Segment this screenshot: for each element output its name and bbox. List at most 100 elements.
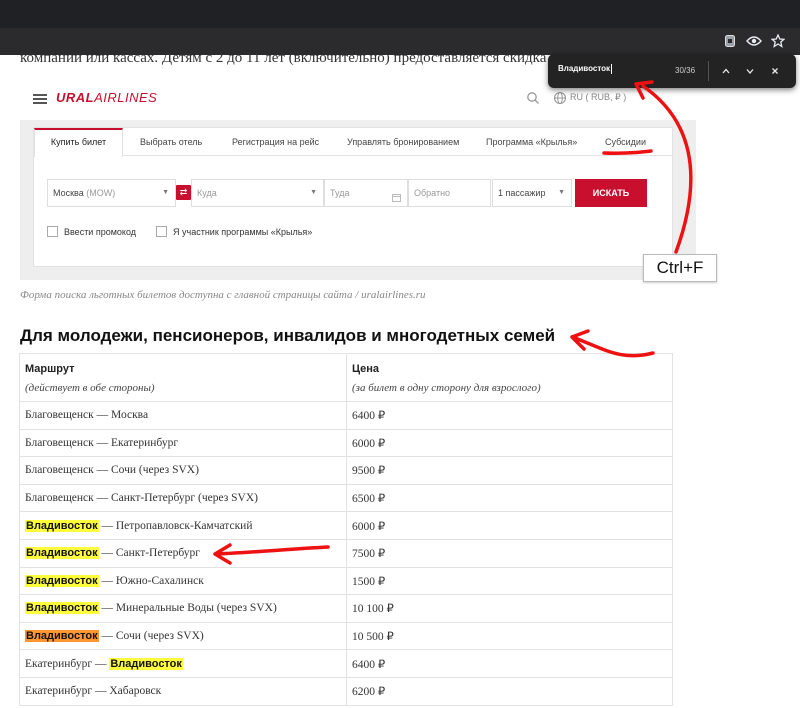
table-header-row: Маршрут (действует в обе стороны) Цена (… [19,353,673,402]
find-highlight: Владивосток [25,602,99,615]
route-cell: Благовещенск — Сочи (через SVX) [19,456,347,485]
city-name: Санкт-Петербург (через SVX) [111,492,258,505]
search-fields: Москва (MOW) ▼ ⇄ Куда ▼ Туда Обратно 1 п… [47,179,647,207]
find-match-count: 30/36 [675,66,696,75]
city-name: Москва [111,409,149,422]
route-cell: Владивосток — Минеральные Воды (через SV… [19,594,347,623]
booking-widget-screenshot: URALAIRLINES RU ( RUB, ₽ ) Купить билет … [20,80,696,280]
price-cell: 1500 ₽ [346,566,673,596]
search-icon[interactable] [526,91,542,107]
route-separator: — [98,574,116,587]
table-row: Владивосток — Сочи (через SVX) 10 500 ₽ [19,621,673,651]
table-row: Екатеринбург — Хабаровск 6200 ₽ [19,676,673,706]
city-name: Екатеринбург [25,657,93,670]
currency-selector[interactable]: RU ( RUB, ₽ ) [570,92,626,103]
tab-hotel[interactable]: Выбрать отель [140,128,202,156]
passengers-field[interactable]: 1 пассажир ▼ [492,179,572,207]
table-row: Владивосток — Южно-Сахалинск 1500 ₽ [19,566,673,596]
route-cell: Владивосток — Сочи (через SVX) [19,621,347,651]
price-cell: 6400 ₽ [346,401,673,430]
find-highlight: Владивосток [25,630,99,643]
ural-airlines-logo: URALAIRLINES [56,90,158,105]
chevron-down-icon: ▼ [558,189,565,196]
route-separator: — [98,602,116,615]
find-highlight: Владивосток [25,574,99,587]
find-highlight: Владивосток [25,519,99,532]
city-name: Екатеринбург [25,685,93,698]
route-cell: Екатеринбург — Владивосток [19,649,347,678]
city-name: Санкт-Петербург [115,547,200,560]
table-row: Владивосток — Минеральные Воды (через SV… [19,594,673,623]
promo-checkbox[interactable]: Ввести промокод [47,226,136,237]
price-cell: 6000 ₽ [346,511,673,540]
price-cell: 6200 ₽ [346,676,673,706]
image-caption: Форма поиска льготных билетов доступна с… [20,289,426,301]
price-cell: 9500 ₽ [346,456,673,485]
globe-icon[interactable] [553,91,569,107]
checkbox-box[interactable] [47,226,58,237]
swap-icon[interactable]: ⇄ [176,185,191,200]
wings-member-checkbox[interactable]: Я участник программы «Крылья» [156,226,312,237]
find-highlight: Владивосток [25,547,99,560]
fare-table: Маршрут (действует в обе стороны) Цена (… [19,353,673,706]
city-name: Екатеринбург [111,436,179,449]
from-field[interactable]: Москва (MOW) ▼ [47,179,176,207]
chevron-down-icon[interactable] [742,63,758,79]
table-row: Владивосток — Санкт-Петербург 7500 ₽ [19,538,673,568]
table-row: Благовещенск — Москва 6400 ₽ [19,401,673,430]
route-separator: — [98,630,116,643]
table-row: Благовещенск — Сочи (через SVX) 9500 ₽ [19,456,673,485]
tab-buy-ticket[interactable]: Купить билет [34,128,123,157]
find-bar: Владивосток 30/36 [548,54,796,88]
city-name: Хабаровск [109,685,162,698]
price-cell: 6400 ₽ [346,649,673,678]
checkbox-box[interactable] [156,226,167,237]
browser-tab-strip [0,0,800,28]
tab-check-in[interactable]: Регистрация на рейс [232,128,319,156]
route-separator: — [93,436,111,449]
close-icon[interactable] [767,63,783,79]
route-separator: — [93,464,111,477]
search-button[interactable]: ИСКАТЬ [575,179,647,207]
route-cell: Благовещенск — Санкт-Петербург (через SV… [19,483,347,513]
ctrl-f-label: Ctrl+F [643,254,717,282]
chevron-down-icon: ▼ [310,189,317,196]
menu-icon[interactable] [33,94,47,104]
price-cell: 10 500 ₽ [346,621,673,651]
table-row: Благовещенск — Екатеринбург 6000 ₽ [19,428,673,458]
section-heading: Для молодежи, пенсионеров, инвалидов и м… [20,326,556,345]
date-there-field[interactable]: Туда [324,179,408,207]
date-back-field[interactable]: Обратно [408,179,491,207]
city-name: Сочи (через SVX) [111,464,199,477]
chevron-down-icon: ▼ [162,189,169,196]
city-name: Минеральные Воды (через SVX) [115,602,277,615]
route-separator: — [92,657,110,670]
tab-wings-program[interactable]: Программа «Крылья» [486,128,577,156]
chevron-up-icon[interactable] [718,63,734,79]
table-row: Владивосток — Петропавловск-Камчатский 60… [19,511,673,540]
route-cell: Благовещенск — Екатеринбург [19,428,347,458]
city-name: Благовещенск [25,436,94,449]
city-name: Южно-Сахалинск [115,574,204,587]
route-cell: Владивосток — Южно-Сахалинск [19,566,347,596]
route-separator: — [92,685,110,698]
route-cell: Благовещенск — Москва [19,401,347,430]
route-column-header: Маршрут (действует в обе стороны) [19,353,347,402]
city-name: Благовещенск [25,409,94,422]
route-cell: Екатеринбург — Хабаровск [19,676,347,706]
calendar-icon [392,188,401,206]
route-separator: — [93,492,111,505]
price-column-header: Цена (за билет в одну сторону для взросл… [346,353,673,402]
table-row: Екатеринбург — Владивосток 6400 ₽ [19,649,673,678]
find-input[interactable]: Владивосток [558,64,613,74]
find-separator [708,61,709,81]
city-name: Благовещенск [25,464,94,477]
city-name: Благовещенск [25,492,94,505]
route-separator: — [93,409,111,422]
to-field[interactable]: Куда ▼ [191,179,324,207]
table-row: Благовещенск — Санкт-Петербург (через SV… [19,483,673,513]
route-cell: Владивосток — Петропавловск-Камчатский [19,511,347,540]
tab-subsidies[interactable]: Субсидии [605,128,646,156]
tab-manage-booking[interactable]: Управлять бронированием [347,128,459,156]
booking-card: Купить билет Выбрать отель Регистрация н… [33,127,673,267]
